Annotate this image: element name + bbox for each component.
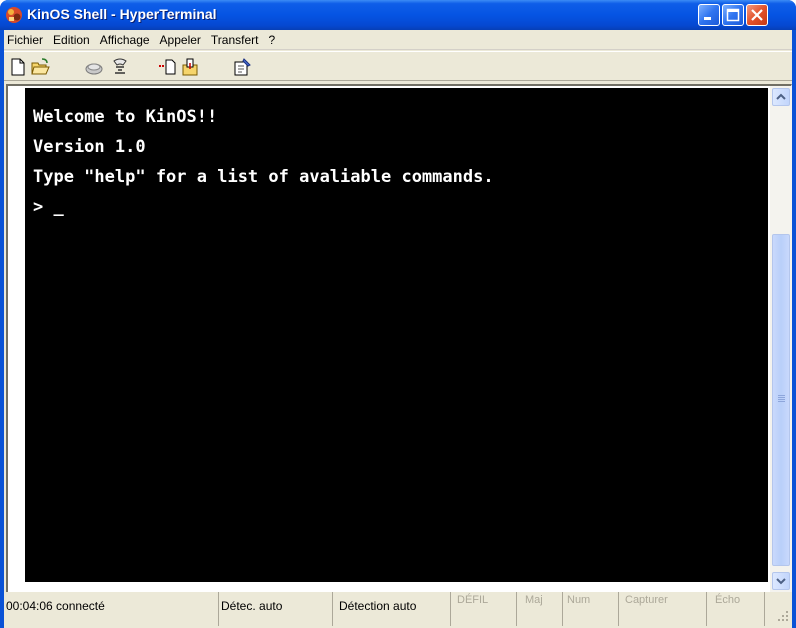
grip-line [778, 401, 785, 402]
new-document-icon [11, 58, 25, 76]
status-detection-auto: Détection auto [332, 592, 416, 626]
status-scroll-lock: DÉFIL [450, 592, 488, 626]
status-caps: Maj [516, 592, 543, 626]
terminal-prompt: > _ [33, 197, 64, 217]
properties-button[interactable] [232, 57, 252, 77]
terminal-line: Version 1.0 [33, 137, 146, 157]
scroll-down-button[interactable] [772, 572, 790, 590]
send-icon [159, 59, 176, 75]
disconnect-button[interactable] [110, 57, 130, 77]
terminal-frame: Welcome to KinOS!! Version 1.0 Type "hel… [6, 84, 792, 592]
status-connection: 00:04:06 connecté [6, 599, 105, 613]
status-capture: Capturer [618, 592, 668, 626]
menu-edition[interactable]: Edition [48, 30, 95, 50]
window-title: KinOS Shell - HyperTerminal [27, 6, 217, 22]
vertical-scrollbar[interactable] [770, 86, 792, 592]
chevron-up-icon [776, 93, 786, 100]
new-button[interactable] [8, 57, 28, 77]
chevron-down-icon [776, 578, 786, 585]
menu-affichage[interactable]: Affichage [95, 30, 155, 50]
minimize-icon [704, 17, 711, 20]
status-detect-auto: Détec. auto [218, 592, 282, 626]
grip-line [778, 395, 785, 396]
scroll-up-button[interactable] [772, 88, 790, 106]
status-num: Num [562, 592, 590, 626]
vertical-scroll-thumb[interactable] [772, 234, 790, 566]
call-icon [85, 63, 103, 75]
maximize-icon [726, 8, 740, 22]
hyperterminal-window: KinOS Shell - HyperTerminal Fichier Edit… [0, 0, 796, 628]
status-echo: Écho [706, 592, 740, 626]
receive-icon [182, 58, 198, 76]
menu-help[interactable]: ? [264, 30, 281, 50]
terminal-screen[interactable]: Welcome to KinOS!! Version 1.0 Type "hel… [25, 88, 768, 582]
terminal-line: Welcome to KinOS!! [33, 107, 218, 127]
menu-fichier[interactable]: Fichier [4, 30, 48, 50]
hyperterminal-app-icon [6, 7, 22, 23]
open-folder-icon [31, 58, 50, 75]
properties-icon [234, 58, 251, 76]
menu-appeler[interactable]: Appeler [155, 30, 206, 50]
grip-line [778, 399, 785, 400]
grip-line [778, 397, 785, 398]
receive-button[interactable] [180, 57, 200, 77]
minimize-button[interactable] [698, 4, 720, 26]
close-button[interactable] [746, 4, 768, 26]
status-resize-grip[interactable] [764, 592, 792, 626]
resize-grip-icon [778, 611, 788, 621]
send-button[interactable] [158, 57, 178, 77]
menu-transfert[interactable]: Transfert [206, 30, 264, 50]
maximize-button[interactable] [722, 4, 744, 26]
window-client: Fichier Edition Affichage Appeler Transf… [4, 30, 792, 624]
disconnect-icon [113, 58, 127, 74]
title-bar[interactable]: KinOS Shell - HyperTerminal [0, 0, 796, 30]
call-button[interactable] [84, 57, 104, 77]
toolbar [4, 51, 792, 81]
menu-bar: Fichier Edition Affichage Appeler Transf… [4, 30, 792, 50]
terminal-line: Type "help" for a list of avaliable comm… [33, 167, 494, 187]
open-button[interactable] [30, 57, 50, 77]
status-bar: 00:04:06 connecté Détec. auto Détection … [4, 592, 792, 628]
close-icon [751, 9, 763, 21]
